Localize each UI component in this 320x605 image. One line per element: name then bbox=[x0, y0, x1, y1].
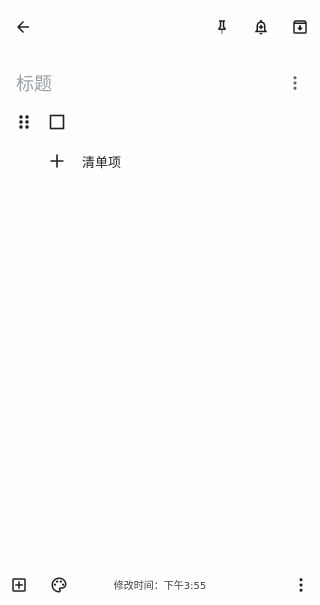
add-checklist-item-row[interactable]: 清单项 bbox=[0, 147, 320, 175]
checklist-checkbox[interactable] bbox=[43, 108, 71, 136]
note-title-placeholder[interactable]: 标题 bbox=[16, 70, 52, 96]
bottom-more-button[interactable] bbox=[287, 571, 315, 599]
note-more-button[interactable] bbox=[281, 69, 309, 97]
drag-handle-icon bbox=[19, 115, 29, 129]
pin-button[interactable] bbox=[208, 13, 236, 41]
add-item-button[interactable] bbox=[43, 147, 71, 175]
checkbox-empty-icon bbox=[49, 114, 65, 130]
bell-plus-icon bbox=[255, 19, 267, 35]
reminder-button[interactable] bbox=[247, 13, 275, 41]
archive-button[interactable] bbox=[286, 13, 314, 41]
pin-icon bbox=[218, 20, 226, 34]
more-vert-icon bbox=[293, 76, 297, 90]
modified-time-text: 修改时间：下午3:55 bbox=[113, 581, 207, 592]
add-item-label: 清单项 bbox=[82, 156, 122, 171]
plus-icon bbox=[50, 154, 64, 168]
archive-icon bbox=[293, 20, 307, 34]
more-vert-icon bbox=[299, 578, 303, 592]
bottom-bar: 修改时间：下午3:55 bbox=[0, 565, 320, 605]
arrow-left-icon bbox=[17, 21, 29, 33]
back-button[interactable] bbox=[9, 13, 37, 41]
drag-handle[interactable] bbox=[10, 108, 38, 136]
checklist-item bbox=[0, 108, 320, 136]
